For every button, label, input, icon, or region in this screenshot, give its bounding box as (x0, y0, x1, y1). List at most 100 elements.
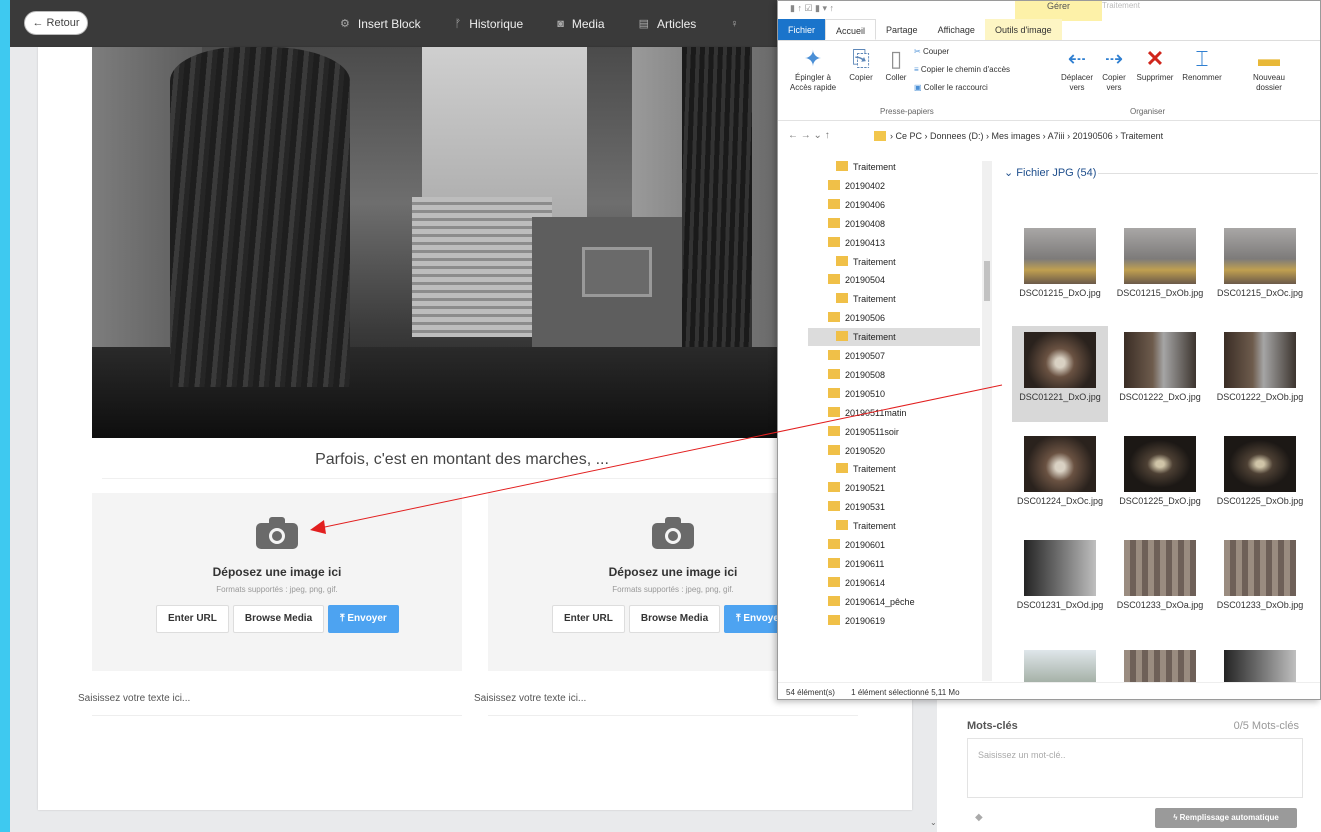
file-group-header[interactable]: ⌄ Fichier JPG (54) (1004, 166, 1096, 179)
tab-partage[interactable]: Partage (876, 19, 928, 40)
tree-item[interactable]: Traitement (808, 290, 980, 308)
tree-item[interactable]: Traitement (808, 517, 980, 535)
file-thumbnail-image (1124, 332, 1196, 388)
tree-item[interactable]: 20190510 (808, 385, 980, 403)
tree-item[interactable]: 20190531 (808, 498, 980, 516)
tree-scroll-thumb[interactable] (984, 261, 990, 301)
file-thumbnail[interactable]: DSC01233_DxOa.jpg (1112, 534, 1208, 630)
tree-item[interactable]: Traitement (808, 158, 980, 176)
browse-media-button[interactable]: Browse Media (628, 605, 721, 633)
nav-insert-block[interactable]: ⚙ Insert Block (340, 17, 421, 31)
copy-icon: ⎘ (852, 46, 870, 71)
file-thumbnail[interactable]: DSC01221_DxO.jpg (1012, 326, 1108, 422)
file-thumbnail[interactable]: DSC01222_DxO.jpg (1112, 326, 1208, 422)
rename-label: Renommer (1182, 73, 1222, 82)
back-button[interactable]: ← Retour (24, 11, 88, 35)
tab-outils-image[interactable]: Outils d'image (984, 19, 1062, 40)
file-thumbnail[interactable]: DSC01231_DxOd.jpg (1012, 534, 1108, 630)
delete-button[interactable]: ✕ Supprimer (1132, 45, 1178, 83)
tree-item-label: 20190520 (845, 445, 886, 456)
tree-item[interactable]: 20190614_pêche (808, 593, 980, 611)
tab-affichage[interactable]: Affichage (928, 19, 985, 40)
tree-item[interactable]: 20190520 (808, 442, 980, 460)
auto-fill-button[interactable]: ϟ Remplissage automatique (1155, 808, 1297, 828)
file-thumbnail[interactable]: DSC01225_DxOb.jpg (1212, 430, 1308, 526)
text-block-right[interactable]: Saisissez votre texte ici... (474, 693, 586, 704)
folder-icon (828, 425, 840, 436)
tree-item[interactable]: Traitement (808, 328, 980, 347)
cut-button[interactable]: ✂ Couper (914, 47, 949, 56)
tree-item[interactable]: 20190507 (808, 347, 980, 365)
paste-button[interactable]: ▯ Coller (880, 45, 912, 83)
file-thumbnail[interactable]: DSC01215_DxO.jpg (1012, 222, 1108, 318)
crumb-a7iii[interactable]: A7iii (1048, 131, 1065, 141)
enter-url-button[interactable]: Enter URL (156, 605, 229, 633)
tree-item[interactable]: 20190506 (808, 309, 980, 327)
browse-media-button[interactable]: Browse Media (232, 605, 325, 633)
copy-path-button[interactable]: ≡ Copier le chemin d'accès (914, 65, 1010, 74)
tree-item[interactable]: 20190614 (808, 574, 980, 592)
enter-url-button[interactable]: Enter URL (552, 605, 625, 633)
image-drop-zone-left[interactable]: Déposez une image ici Formats supportés … (92, 493, 462, 671)
keyword-input[interactable]: Saisissez un mot-clé.. (967, 738, 1303, 798)
text-block-left[interactable]: Saisissez votre texte ici... (78, 693, 190, 704)
tree-item[interactable]: 20190406 (808, 196, 980, 214)
tree-item[interactable]: 20190408 (808, 215, 980, 233)
nav-location[interactable]: ♀ (730, 18, 746, 30)
quick-access-toolbar[interactable]: ▮ ↑ ☑ ▮ ▾ ↑ (790, 3, 834, 14)
tree-item[interactable]: 20190402 (808, 177, 980, 195)
tree-item[interactable]: Traitement (808, 460, 980, 478)
camera-icon (256, 517, 298, 549)
tree-item[interactable]: 20190521 (808, 479, 980, 497)
nav-historique[interactable]: ᚠ Historique (455, 17, 524, 31)
file-thumbnail[interactable]: DSC01233_DxOb.jpg (1212, 534, 1308, 630)
file-thumbnail-image[interactable] (1124, 650, 1196, 682)
file-thumbnail[interactable]: DSC01224_DxOc.jpg (1012, 430, 1108, 526)
tree-item[interactable]: 20190508 (808, 366, 980, 384)
new-folder-button[interactable]: ▬ Nouveau dossier (1248, 45, 1290, 93)
tree-item[interactable]: 20190611 (808, 555, 980, 573)
nav-media[interactable]: ◙ Media (557, 17, 604, 31)
rename-button[interactable]: ⌶ Renommer (1180, 45, 1224, 83)
tree-item-label: 20190511matin (845, 407, 907, 418)
tree-item[interactable]: 20190413 (808, 234, 980, 252)
tree-item[interactable]: 20190504 (808, 271, 980, 289)
crumb-drive[interactable]: Donnees (D:) (930, 131, 984, 141)
crumb-traitement[interactable]: Traitement (1120, 131, 1163, 141)
file-thumbnail[interactable]: DSC01222_DxOb.jpg (1212, 326, 1308, 422)
tab-fichier[interactable]: Fichier (778, 19, 826, 40)
photo-caption[interactable]: Parfois, c'est en montant des marches, .… (102, 441, 822, 479)
upload-button[interactable]: ⤒ Envoyer (328, 605, 399, 633)
tree-item[interactable]: 20190511matin (808, 404, 980, 422)
nav-arrows-icon[interactable]: ← → ⌄ ↑ (788, 130, 830, 141)
file-thumbnail[interactable]: DSC01215_DxOb.jpg (1112, 222, 1208, 318)
paste-shortcut-button[interactable]: ▣ Coller le raccourci (914, 83, 988, 92)
file-thumbnail[interactable]: DSC01215_DxOc.jpg (1212, 222, 1308, 318)
file-thumbnail-image[interactable] (1224, 650, 1296, 682)
crumb-mes-images[interactable]: Mes images (992, 131, 1041, 141)
copy-button[interactable]: ⎘ Copier (844, 45, 878, 83)
tree-item[interactable]: 20190601 (808, 536, 980, 554)
tree-item-label: 20190521 (845, 483, 886, 494)
folder-icon (828, 236, 840, 247)
file-thumbnail[interactable]: DSC01225_DxO.jpg (1112, 430, 1208, 526)
tree-scrollbar[interactable] (982, 161, 992, 681)
tree-item[interactable]: 20190511soir (808, 423, 980, 441)
tree-item[interactable]: 20190619 (808, 612, 980, 630)
move-to-button[interactable]: ⇠ Déplacer vers (1058, 45, 1096, 93)
tree-item[interactable]: Traitement (808, 253, 980, 271)
copy-to-button[interactable]: ⇢ Copier vers (1098, 45, 1130, 93)
article-photo[interactable] (92, 47, 822, 438)
drop-buttons: Enter URL Browse Media ⤒ Envoyer (156, 605, 403, 633)
tab-accueil[interactable]: Accueil (825, 19, 877, 40)
file-thumbnail-image[interactable] (1024, 650, 1096, 682)
scroll-down-icon[interactable]: ⌄ (930, 818, 937, 827)
crumb-date[interactable]: 20190506 (1073, 131, 1113, 141)
crumb-this-pc[interactable]: Ce PC (896, 131, 923, 141)
nav-articles[interactable]: ▤ Articles (639, 17, 697, 31)
context-tab-manage[interactable]: Gérer (1015, 1, 1102, 21)
pin-quick-access-button[interactable]: ✦ Épingler à Accès rapide (784, 45, 842, 93)
tree-item-label: 20190406 (845, 199, 886, 210)
breadcrumb[interactable]: › Ce PC › Donnees (D:) › Mes images › A7… (890, 131, 1163, 141)
tree-item-label: Traitement (853, 162, 896, 172)
